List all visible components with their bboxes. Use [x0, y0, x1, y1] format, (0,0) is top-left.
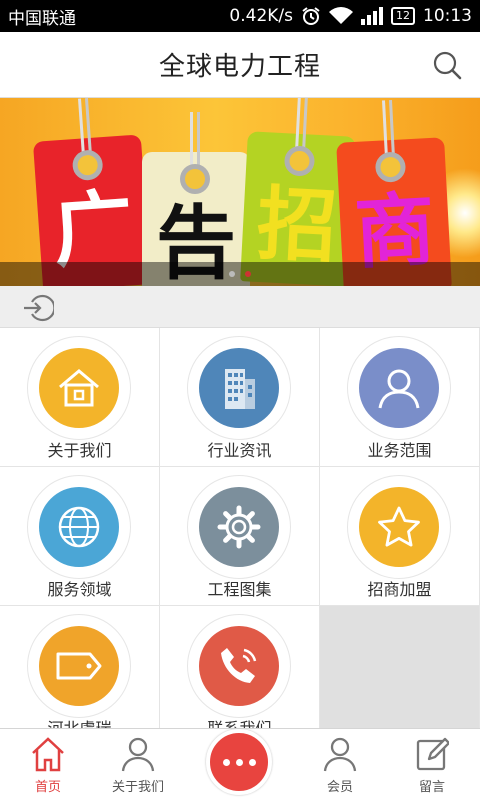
- app-screen: 中国联通 0.42K/s 12 10:13 全球电力工程 广 告 招 商 关于我…: [0, 0, 480, 800]
- alarm-icon: [302, 7, 320, 25]
- menu-icon-circle: [199, 348, 279, 428]
- menu-item-business[interactable]: 业务范围: [320, 328, 479, 466]
- menu-item-company[interactable]: 河北虞瑞: [0, 606, 159, 728]
- menu-item-gallery[interactable]: 工程图集: [160, 467, 319, 605]
- nav-message-label: 留言: [418, 780, 445, 795]
- tag-hole: [283, 145, 316, 177]
- menu-item-label: 服务领域: [47, 580, 112, 599]
- home-icon: [32, 737, 64, 772]
- search-icon[interactable]: [432, 50, 462, 80]
- menu-icon-ring: [27, 614, 131, 718]
- nav-home[interactable]: 首页: [0, 729, 96, 800]
- menu-icon-ring: [187, 475, 291, 579]
- nav-about[interactable]: 关于我们: [90, 729, 186, 800]
- menu-icon-circle: [199, 626, 279, 706]
- menu-icon-circle: [39, 626, 119, 706]
- nav-about-label: 关于我们: [111, 780, 164, 795]
- menu-icon-ring: [347, 475, 451, 579]
- login-icon[interactable]: [22, 293, 54, 323]
- menu-item-label: 关于我们: [47, 441, 112, 460]
- tag-hole: [71, 149, 104, 182]
- phone-icon: [221, 648, 257, 683]
- menu-icon-ring: [347, 336, 451, 440]
- tag-string: [77, 98, 92, 153]
- tag-hole: [374, 151, 407, 183]
- more-dot: [248, 758, 256, 766]
- nav-member[interactable]: 会员: [292, 729, 388, 800]
- nav-message[interactable]: 留言: [384, 729, 480, 800]
- page-title: 全球电力工程: [158, 52, 321, 82]
- network-speed: 0.42K/s: [229, 6, 293, 26]
- menu-item-label: 工程图集: [207, 580, 272, 599]
- building-icon: [225, 369, 255, 409]
- menu-icon-ring: [187, 614, 291, 718]
- person-icon: [378, 369, 420, 409]
- globe-icon: [58, 506, 100, 548]
- menu-icon-circle: [359, 348, 439, 428]
- menu-icon-ring: [27, 475, 131, 579]
- menu-icon-ring: [187, 336, 291, 440]
- menu-icon-circle: [39, 487, 119, 567]
- tag-string: [190, 112, 200, 166]
- clock: 10:13: [423, 6, 472, 26]
- more-dot: [222, 758, 230, 766]
- nav-home-label: 首页: [34, 780, 61, 795]
- menu-item-label: 业务范围: [367, 441, 432, 460]
- menu-item-label: 行业资讯: [207, 441, 272, 460]
- home-icon: [59, 369, 99, 407]
- more-dot: [235, 758, 243, 766]
- signal-icon: [361, 7, 383, 25]
- status-bar: 中国联通 0.42K/s 12 10:13: [0, 0, 480, 32]
- battery-indicator: 12: [391, 7, 415, 25]
- menu-item-label: 河北虞瑞: [0, 715, 159, 728]
- menu-icon-ring: [27, 336, 131, 440]
- carrier-name: 中国联通: [8, 8, 76, 29]
- banner-pager: [0, 262, 480, 286]
- menu-item-franchise[interactable]: 招商加盟: [320, 467, 479, 605]
- menu-icon-circle: [359, 487, 439, 567]
- pager-dot[interactable]: [229, 271, 235, 277]
- more-button[interactable]: [206, 729, 272, 795]
- tag-string: [381, 99, 395, 155]
- menu-item-contact[interactable]: 联系我们: [160, 606, 319, 728]
- tag-hole: [180, 164, 210, 194]
- nav-member-label: 会员: [326, 780, 353, 795]
- menu-empty-cell: [320, 606, 479, 728]
- star-icon: [378, 506, 420, 547]
- menu-icon-circle: [199, 487, 279, 567]
- wifi-icon: [329, 7, 353, 25]
- tag-icon: [56, 652, 102, 680]
- menu-item-services[interactable]: 服务领域: [0, 467, 159, 605]
- gear-icon: [217, 505, 261, 549]
- pager-dot-active[interactable]: [245, 271, 251, 277]
- bottom-nav: 首页 关于我们 会员 留言: [0, 728, 480, 800]
- menu-grid: 关于我们 行业资讯 业务范围 服务领域 工程图集 招商加盟: [0, 328, 480, 728]
- ad-banner[interactable]: 广 告 招 商: [0, 98, 480, 286]
- menu-item-label: 招商加盟: [367, 580, 432, 599]
- menu-icon-circle: [39, 348, 119, 428]
- menu-item-label: 联系我们: [160, 715, 319, 728]
- member-icon: [323, 737, 357, 772]
- battery-level: 12: [391, 7, 415, 25]
- menu-item-about[interactable]: 关于我们: [0, 328, 159, 466]
- menu-item-news[interactable]: 行业资讯: [160, 328, 319, 466]
- edit-icon: [416, 737, 449, 771]
- app-header: 全球电力工程: [0, 32, 480, 98]
- banner-tag-char: 招: [254, 176, 340, 275]
- person-icon: [121, 737, 155, 772]
- banner-tag-char: 广: [50, 180, 137, 279]
- tag-string: [295, 98, 309, 149]
- status-right: 0.42K/s 12 10:13: [229, 6, 472, 26]
- login-strip: [0, 286, 480, 328]
